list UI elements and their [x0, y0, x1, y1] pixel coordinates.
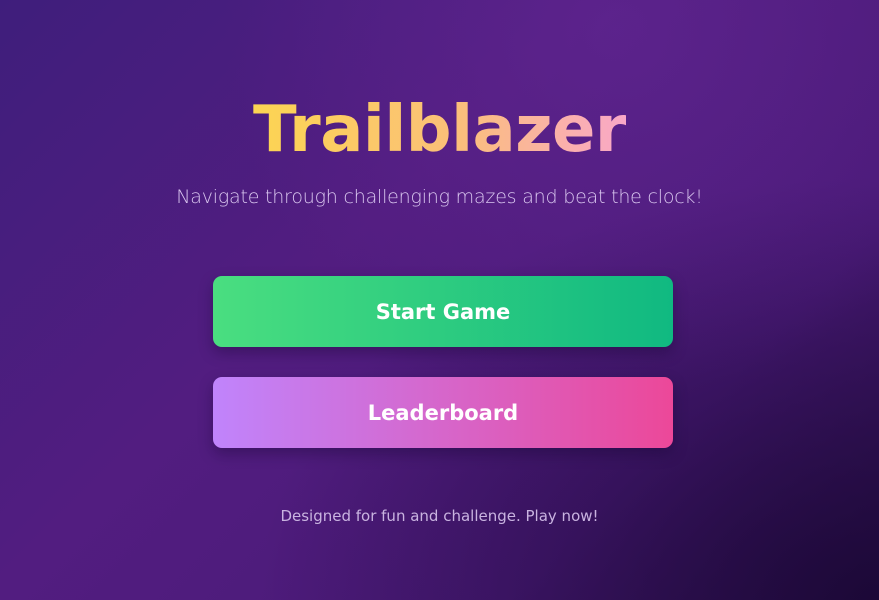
footer-tagline: Designed for fun and challenge. Play now… — [280, 507, 599, 525]
start-game-button[interactable]: Start Game — [213, 276, 673, 347]
game-title: Trailblazer — [0, 90, 879, 170]
game-title-text: Trailblazer — [253, 93, 626, 167]
game-subtitle: Navigate through challenging mazes and b… — [176, 186, 703, 208]
leaderboard-button[interactable]: Leaderboard — [213, 377, 673, 448]
main-menu-screen: Trailblazer Navigate through challenging… — [0, 0, 879, 600]
